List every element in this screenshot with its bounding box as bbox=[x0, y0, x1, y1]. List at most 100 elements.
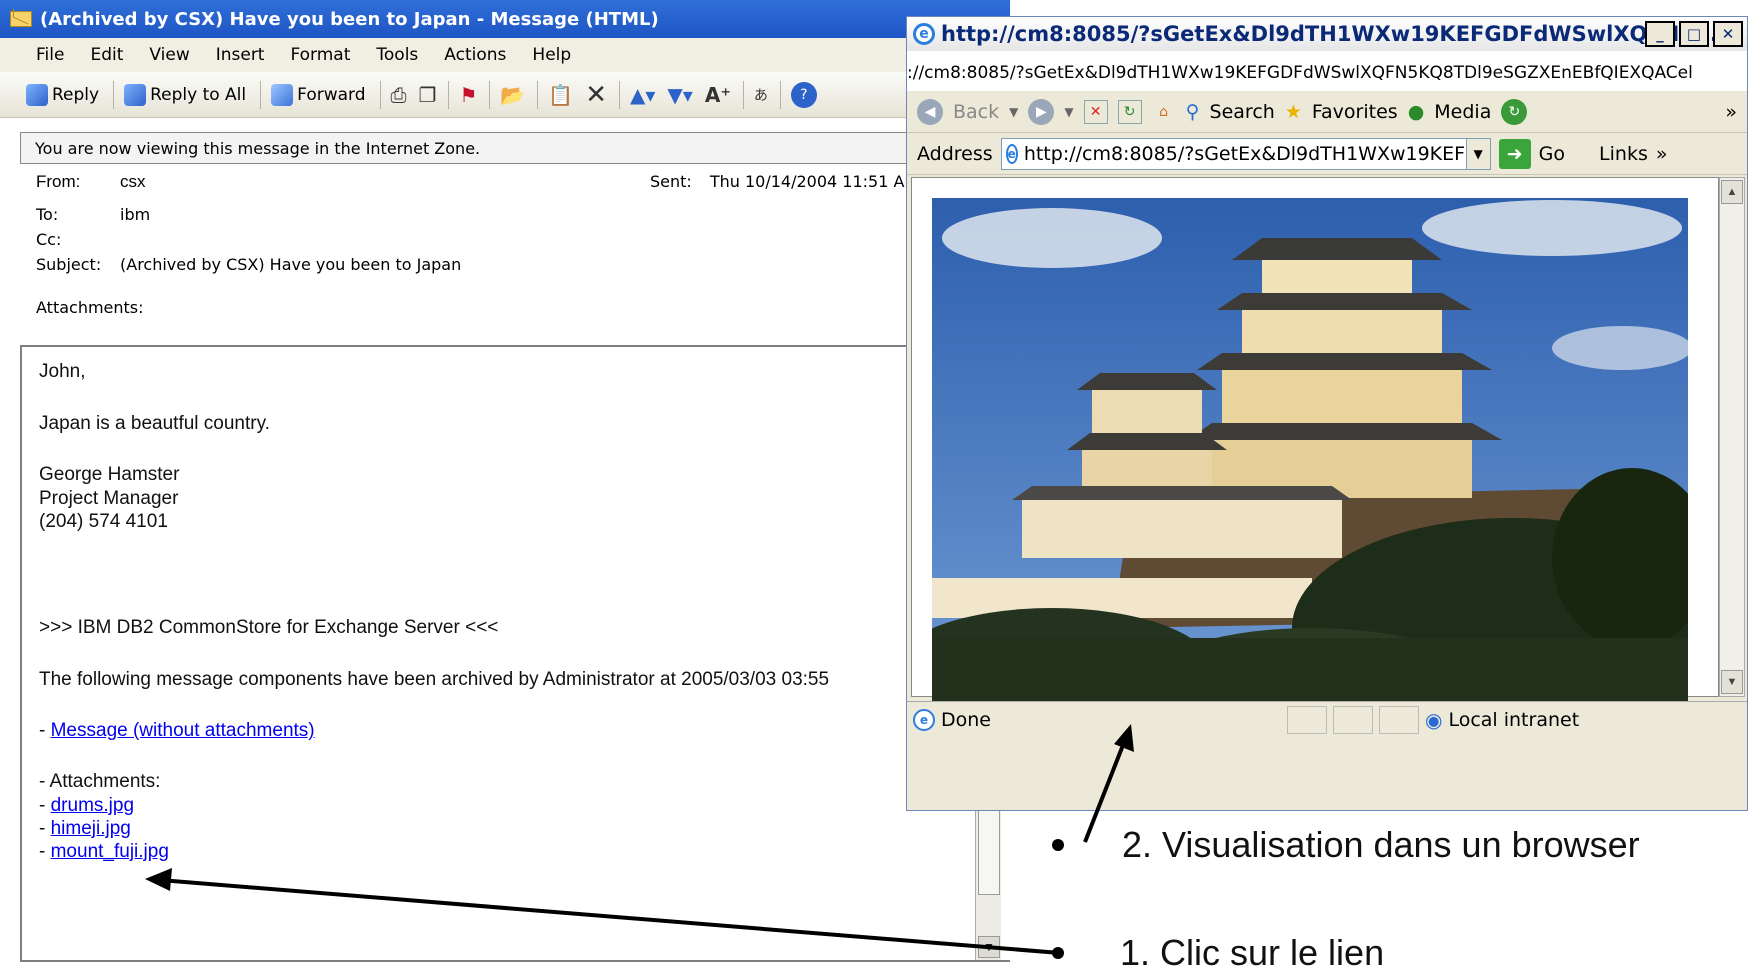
browser-title-bar: e http://cm8:8085/?sGetEx&Dl9dTH1WXw19KE… bbox=[907, 17, 1747, 51]
signature-phone: (204) 574 4101 bbox=[39, 511, 168, 532]
browser-status-bar: e Done ◉ Local intranet bbox=[907, 701, 1747, 737]
message-body-scrollbar[interactable]: ▼ bbox=[975, 800, 1001, 960]
menu-tools[interactable]: Tools bbox=[376, 45, 418, 65]
stop-icon[interactable]: ✕ bbox=[1083, 99, 1108, 124]
message-without-attachments-link[interactable]: Message (without attachments) bbox=[51, 720, 315, 741]
outlook-toolbar: Reply Reply to All Forward ⎙ ❐ ⚑ 📂 📋 ✕ ▲… bbox=[0, 72, 1010, 118]
home-icon[interactable]: ⌂ bbox=[1152, 100, 1176, 124]
back-arrow-icon[interactable]: ◀ bbox=[917, 98, 943, 125]
menu-help[interactable]: Help bbox=[532, 45, 571, 65]
scroll-up-arrow-icon[interactable]: ▲ bbox=[1721, 180, 1743, 204]
ie-logo-icon: e bbox=[913, 23, 935, 45]
toolbar-separator bbox=[779, 80, 781, 109]
address-value: http://cm8:8085/?sGetEx&Dl9dTH1WXw19KEFG… bbox=[1023, 142, 1491, 165]
address-dropdown-icon[interactable]: ▼ bbox=[1465, 138, 1490, 169]
to-value: ibm bbox=[120, 205, 151, 224]
address-input[interactable]: e http://cm8:8085/?sGetEx&Dl9dTH1WXw19KE… bbox=[1000, 137, 1491, 170]
favorites-icon[interactable]: ★ bbox=[1285, 101, 1302, 123]
subject-label: Subject: bbox=[36, 255, 102, 274]
menu-view[interactable]: View bbox=[149, 45, 189, 65]
from-label: From: bbox=[36, 172, 81, 191]
links-label[interactable]: Links bbox=[1599, 143, 1648, 165]
previous-item-icon[interactable]: ▲▾ bbox=[630, 83, 655, 107]
menu-actions[interactable]: Actions bbox=[444, 45, 506, 65]
go-arrow-icon[interactable]: ➜ bbox=[1498, 138, 1531, 169]
from-value: csx bbox=[120, 172, 146, 191]
maximize-button[interactable]: □ bbox=[1679, 21, 1709, 47]
address-label: Address bbox=[917, 142, 993, 165]
attachments-heading: - Attachments: bbox=[39, 771, 161, 792]
go-button-label[interactable]: Go bbox=[1539, 143, 1565, 165]
menu-file[interactable]: File bbox=[36, 45, 64, 65]
forward-button[interactable]: Forward bbox=[271, 83, 366, 106]
menu-format[interactable]: Format bbox=[290, 45, 350, 65]
forward-dropdown-icon[interactable]: ▼ bbox=[1064, 105, 1073, 119]
help-icon[interactable]: ? bbox=[790, 81, 817, 108]
cc-row: Cc: bbox=[36, 230, 120, 249]
search-button-label[interactable]: Search bbox=[1210, 101, 1275, 123]
delete-icon[interactable]: ✕ bbox=[585, 80, 607, 110]
from-row: From: csx bbox=[36, 172, 146, 192]
paste-icon[interactable]: 📋 bbox=[548, 83, 573, 107]
forward-label: Forward bbox=[297, 84, 366, 105]
status-cell bbox=[1287, 705, 1327, 734]
sent-row: Sent: Thu 10/14/2004 11:51 AM bbox=[650, 172, 918, 191]
toolbar-separator bbox=[113, 80, 115, 109]
browser-scrollbar[interactable]: ▲ ▼ bbox=[1719, 177, 1745, 697]
toolbar-separator bbox=[619, 80, 620, 109]
history-icon[interactable]: ↻ bbox=[1501, 98, 1528, 125]
reply-all-label: Reply to All bbox=[150, 84, 247, 105]
flag-icon[interactable]: ⚑ bbox=[459, 83, 477, 107]
status-text: Done bbox=[941, 708, 991, 731]
menu-insert[interactable]: Insert bbox=[216, 45, 265, 65]
internet-zone-infobar: You are now viewing this message in the … bbox=[20, 132, 1010, 164]
outlook-message-window: (Archived by CSX) Have you been to Japan… bbox=[0, 0, 1010, 970]
back-button-label[interactable]: Back bbox=[953, 101, 999, 123]
body-greeting: John, bbox=[39, 361, 86, 382]
sent-value: Thu 10/14/2004 11:51 AM bbox=[709, 172, 919, 191]
copy-icon[interactable]: ❐ bbox=[419, 83, 437, 107]
status-cell bbox=[1333, 705, 1373, 734]
back-dropdown-icon[interactable]: ▼ bbox=[1009, 105, 1018, 119]
reply-icon bbox=[26, 83, 48, 106]
attachment-link-mount-fuji[interactable]: mount_fuji.jpg bbox=[51, 841, 169, 862]
status-cell bbox=[1379, 705, 1419, 734]
dash: - bbox=[39, 818, 51, 839]
himeji-castle-image bbox=[932, 198, 1688, 703]
forward-icon bbox=[271, 83, 294, 106]
url-tooltip: ://cm8:8085/?sGetEx&Dl9dTH1WXw19KEFGDFdW… bbox=[907, 51, 1747, 91]
outlook-menu-bar: File Edit View Insert Format Tools Actio… bbox=[0, 38, 1010, 72]
move-to-folder-icon[interactable]: 📂 bbox=[500, 83, 525, 107]
encoding-icon[interactable]: あ bbox=[754, 85, 768, 105]
dash: - bbox=[39, 795, 51, 816]
font-size-icon[interactable]: A⁺ bbox=[705, 83, 731, 107]
signature-name: George Hamster bbox=[39, 464, 180, 485]
media-icon[interactable]: ● bbox=[1408, 101, 1425, 123]
commonstore-banner: >>> IBM DB2 CommonStore for Exchange Ser… bbox=[39, 617, 499, 638]
reply-button[interactable]: Reply bbox=[26, 83, 99, 106]
scroll-down-arrow-icon[interactable]: ▼ bbox=[1721, 670, 1743, 694]
attachment-link-drums[interactable]: drums.jpg bbox=[51, 795, 134, 816]
annotation-bullet bbox=[1052, 947, 1064, 959]
scrollbar-thumb[interactable] bbox=[978, 800, 1000, 895]
annotation-bullet bbox=[1052, 839, 1064, 851]
minimize-button[interactable]: _ bbox=[1645, 21, 1675, 47]
favorites-button-label[interactable]: Favorites bbox=[1312, 101, 1398, 123]
reply-all-button[interactable]: Reply to All bbox=[124, 83, 247, 106]
toolbar-overflow-chevron-icon[interactable]: » bbox=[1725, 101, 1737, 123]
scroll-down-arrow-icon[interactable]: ▼ bbox=[978, 936, 1000, 958]
envelope-icon bbox=[10, 11, 32, 27]
attachment-link-himeji[interactable]: himeji.jpg bbox=[51, 818, 131, 839]
menu-edit[interactable]: Edit bbox=[90, 45, 123, 65]
search-icon[interactable]: ⚲ bbox=[1186, 101, 1200, 123]
close-button[interactable]: ✕ bbox=[1713, 21, 1743, 47]
forward-arrow-icon[interactable]: ▶ bbox=[1028, 98, 1055, 125]
to-row: To: ibm bbox=[36, 205, 150, 224]
links-chevron-icon[interactable]: » bbox=[1656, 143, 1668, 165]
print-icon[interactable]: ⎙ bbox=[391, 83, 407, 107]
media-button-label[interactable]: Media bbox=[1434, 101, 1491, 123]
window-controls: _ □ ✕ bbox=[1645, 21, 1743, 47]
refresh-icon[interactable]: ↻ bbox=[1117, 99, 1142, 124]
next-item-icon[interactable]: ▼▾ bbox=[667, 83, 692, 107]
outlook-title: (Archived by CSX) Have you been to Japan… bbox=[40, 8, 659, 30]
